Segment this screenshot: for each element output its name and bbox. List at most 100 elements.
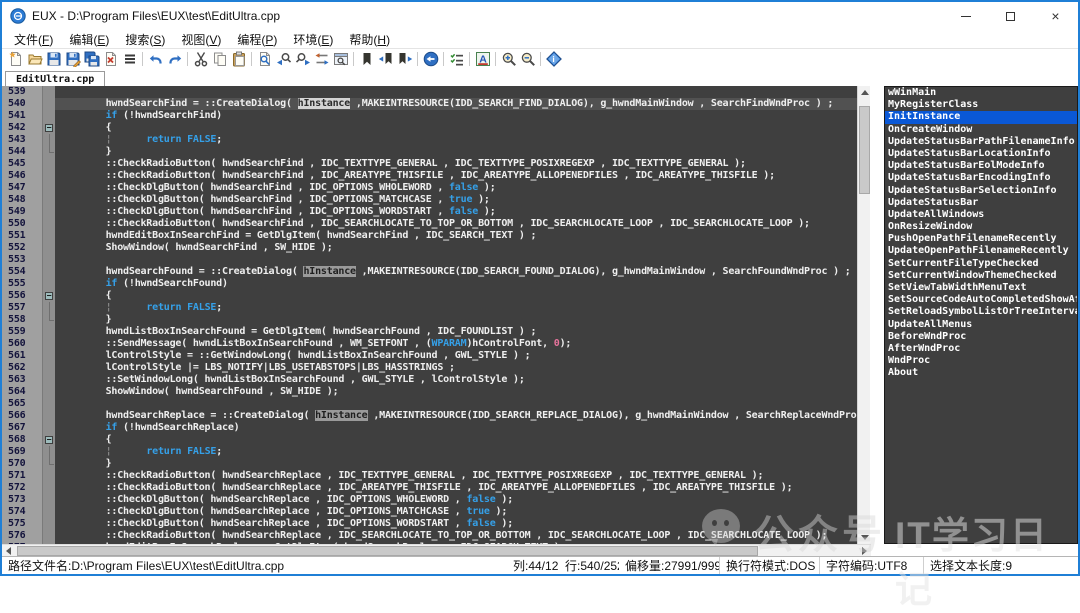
line-number[interactable]: 552 [2,242,42,254]
fold-margin[interactable] [42,362,55,374]
code-text[interactable]: ::CheckRadioButton( hwndSearchFind , IDC… [55,170,857,182]
code-text[interactable]: { [55,122,857,134]
code-text[interactable]: } [55,314,857,326]
line-number[interactable]: 572 [2,482,42,494]
line-number[interactable]: 575 [2,518,42,530]
toolbar-find-in-files-button[interactable] [331,50,350,68]
fold-margin[interactable] [42,266,55,278]
line-number[interactable]: 548 [2,194,42,206]
fold-margin[interactable] [42,170,55,182]
function-list-item[interactable]: UpdateAllMenus [885,319,1077,331]
fold-margin[interactable] [42,410,55,422]
line-number[interactable]: 545 [2,158,42,170]
code-text[interactable]: } [55,146,857,158]
code-text[interactable]: ShowWindow( hwndSearchFound , SW_HIDE ); [55,386,857,398]
fold-collapse-icon[interactable]: − [45,436,53,444]
line-number[interactable]: 570 [2,458,42,470]
function-list-item[interactable]: About [885,367,1077,379]
menu-p[interactable]: 编程(P) [229,31,285,48]
fold-margin[interactable] [42,470,55,482]
function-list-item[interactable]: UpdateOpenPathFilenameRecently [885,245,1077,257]
function-list-item[interactable]: SetReloadSymbolListOrTreeInterva [885,306,1077,318]
fold-margin[interactable] [42,326,55,338]
fold-collapse-icon[interactable]: − [45,292,53,300]
fold-margin[interactable] [42,482,55,494]
toolbar-find-button[interactable] [255,50,274,68]
toolbar-redo-button[interactable] [165,50,184,68]
fold-margin[interactable] [42,518,55,530]
toolbar-todo-list-button[interactable] [447,50,466,68]
toolbar-bookmark-button[interactable] [357,50,376,68]
line-number[interactable]: 569 [2,446,42,458]
menu-e[interactable]: 环境(E) [285,31,341,48]
line-number[interactable]: 555 [2,278,42,290]
menu-h[interactable]: 帮助(H) [341,31,398,48]
toolbar-zoom-out-button[interactable] [518,50,537,68]
toolbar-save-as-button[interactable] [63,50,82,68]
line-number[interactable]: 544 [2,146,42,158]
fold-margin[interactable] [42,530,55,542]
title-bar[interactable]: EUX - D:\Program Files\EUX\test\EditUltr… [2,2,1078,30]
menu-e[interactable]: 编辑(E) [61,31,117,48]
fold-margin[interactable] [42,278,55,290]
fold-margin[interactable] [42,374,55,386]
line-number[interactable]: 573 [2,494,42,506]
function-list-item[interactable]: PushOpenPathFilenameRecently [885,233,1077,245]
scroll-up-icon[interactable] [858,86,871,99]
fold-margin[interactable] [42,422,55,434]
toolbar-save-all-button[interactable] [82,50,101,68]
fold-margin[interactable] [42,230,55,242]
function-list-item[interactable]: OnCreateWindow [885,124,1077,136]
code-text[interactable]: ShowWindow( hwndSearchFind , SW_HIDE ); [55,242,857,254]
fold-margin[interactable] [42,218,55,230]
function-list-item[interactable]: SetCurrentFileTypeChecked [885,258,1077,270]
function-list-item[interactable]: WndProc [885,355,1077,367]
toolbar-cut-button[interactable] [191,50,210,68]
line-number[interactable]: 542 [2,122,42,134]
code-text[interactable]: if (!hwndSearchReplace) [55,422,857,434]
code-text[interactable]: ::CheckDlgButton( hwndSearchReplace , ID… [55,506,857,518]
code-text[interactable]: ::SetWindowLong( hwndListBoxInSearchFoun… [55,374,857,386]
code-text[interactable]: ::CheckDlgButton( hwndSearchFind , IDC_O… [55,206,857,218]
line-number[interactable]: 566 [2,410,42,422]
code-editor[interactable]: 539540 hwndSearchFind = ::CreateDialog( … [2,86,857,544]
menu-s[interactable]: 搜索(S) [117,31,173,48]
fold-margin[interactable] [42,194,55,206]
function-list-item[interactable]: SetSourceCodeAutoCompletedShowAf [885,294,1077,306]
fold-margin[interactable] [42,158,55,170]
toolbar-zoom-in-button[interactable] [499,50,518,68]
toolbar-copy-button[interactable] [210,50,229,68]
line-number[interactable]: 554 [2,266,42,278]
code-text[interactable]: ::CheckDlgButton( hwndSearchReplace , ID… [55,518,857,530]
toolbar-replace-button[interactable] [312,50,331,68]
function-list-item[interactable]: MyRegisterClass [885,99,1077,111]
fold-margin[interactable] [42,98,55,110]
toolbar-about-button[interactable]: i [544,50,563,68]
line-number[interactable]: 563 [2,374,42,386]
function-list-item[interactable]: UpdateStatusBarLocationInfo [885,148,1077,160]
fold-margin[interactable] [42,398,55,410]
line-number[interactable]: 565 [2,398,42,410]
line-number[interactable]: 543 [2,134,42,146]
line-number[interactable]: 549 [2,206,42,218]
code-text[interactable]: hwndListBoxInSearchFound = GetDlgItem( h… [55,326,857,338]
function-list-item[interactable]: UpdateStatusBarPathFilenameInfo [885,136,1077,148]
fold-margin[interactable]: − [42,290,55,302]
toolbar-undo-button[interactable] [146,50,165,68]
tab-editultra-cpp[interactable]: EditUltra.cpp [5,71,105,86]
code-text[interactable]: ::CheckDlgButton( hwndSearchReplace , ID… [55,494,857,506]
function-list-item[interactable]: UpdateAllWindows [885,209,1077,221]
line-number[interactable]: 558 [2,314,42,326]
function-list-item[interactable]: AfterWndProc [885,343,1077,355]
horizontal-scroll-thumb[interactable] [17,546,758,556]
code-text[interactable]: { [55,434,857,446]
code-text[interactable]: hwndSearchFind = ::CreateDialog( hInstan… [55,98,857,110]
fold-margin[interactable] [42,350,55,362]
fold-margin[interactable] [42,146,55,158]
minimize-button[interactable] [943,2,988,30]
horizontal-scrollbar[interactable] [2,544,871,556]
fold-collapse-icon[interactable]: − [45,124,53,132]
function-list-item[interactable]: UpdateStatusBarEncodingInfo [885,172,1077,184]
scroll-right-icon[interactable] [858,545,871,557]
code-text[interactable]: if (!hwndSearchFind) [55,110,857,122]
